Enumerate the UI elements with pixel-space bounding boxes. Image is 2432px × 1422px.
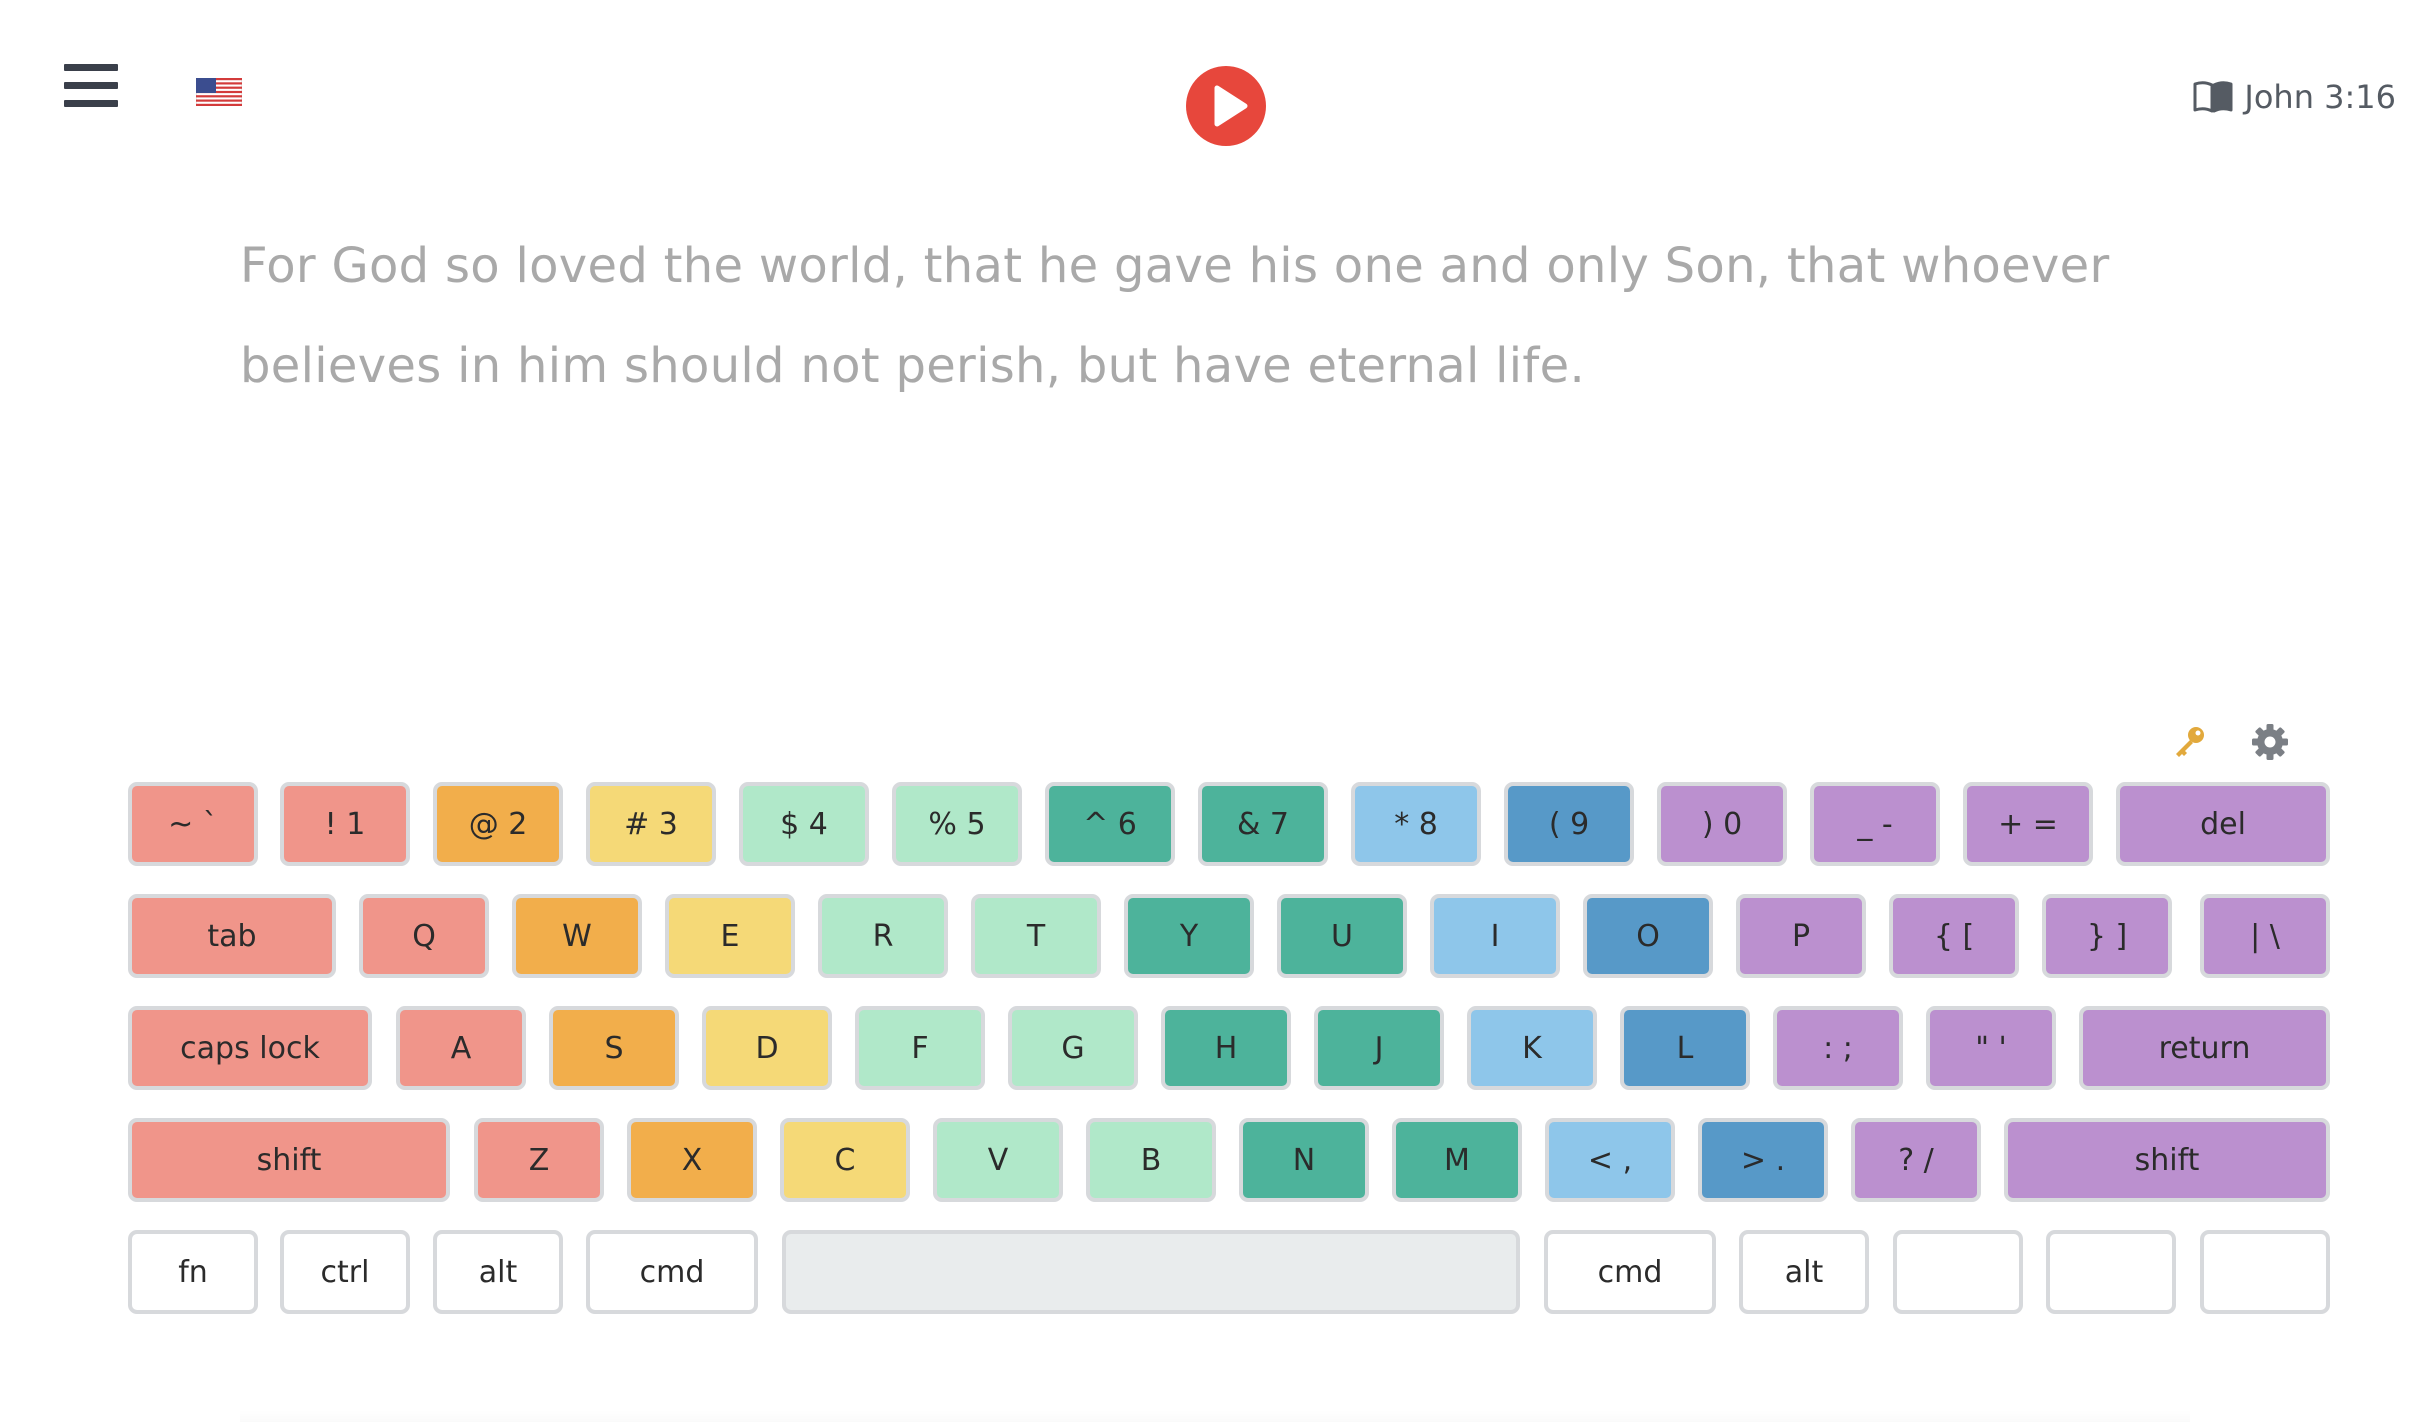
keyboard-row-3: caps lock A S D F G H J K L : ; " ' retu… xyxy=(128,1006,2330,1118)
key-f[interactable]: F xyxy=(855,1006,985,1090)
key-1[interactable]: ! 1 xyxy=(280,782,410,866)
key-m[interactable]: M xyxy=(1392,1118,1522,1202)
key-v[interactable]: V xyxy=(933,1118,1063,1202)
menu-icon[interactable] xyxy=(64,64,118,108)
key-y[interactable]: Y xyxy=(1124,894,1254,978)
key-b[interactable]: B xyxy=(1086,1118,1216,1202)
key-comma[interactable]: < , xyxy=(1545,1118,1675,1202)
keyboard-row-5: fn ctrl alt cmd cmd alt xyxy=(128,1230,2330,1342)
us-flag-icon[interactable] xyxy=(195,77,243,107)
key-2[interactable]: @ 2 xyxy=(433,782,563,866)
keyboard-row-2: tab Q W E R T Y U I O P { [ } ] | \ xyxy=(128,894,2330,1006)
key-blank-1[interactable] xyxy=(1893,1230,2023,1314)
key-quote[interactable]: " ' xyxy=(1926,1006,2056,1090)
key-slash[interactable]: ? / xyxy=(1851,1118,1981,1202)
key-t[interactable]: T xyxy=(971,894,1101,978)
key-icon[interactable] xyxy=(2170,722,2210,762)
key-backslash[interactable]: | \ xyxy=(2200,894,2330,978)
verse-text: For God so loved the world, that he gave… xyxy=(240,238,2110,394)
key-minus[interactable]: _ - xyxy=(1810,782,1940,866)
key-l[interactable]: L xyxy=(1620,1006,1750,1090)
key-close-bracket[interactable]: } ] xyxy=(2042,894,2172,978)
key-i[interactable]: I xyxy=(1430,894,1560,978)
key-left-cmd[interactable]: cmd xyxy=(586,1230,758,1314)
key-caps-lock[interactable]: caps lock xyxy=(128,1006,372,1090)
bottom-divider xyxy=(240,1410,2190,1422)
key-period[interactable]: > . xyxy=(1698,1118,1828,1202)
play-button[interactable] xyxy=(1186,66,1266,146)
key-r[interactable]: R xyxy=(818,894,948,978)
key-equals[interactable]: + = xyxy=(1963,782,2093,866)
key-right-shift[interactable]: shift xyxy=(2004,1118,2330,1202)
key-left-shift[interactable]: shift xyxy=(128,1118,450,1202)
key-j[interactable]: J xyxy=(1314,1006,1444,1090)
key-4[interactable]: $ 4 xyxy=(739,782,869,866)
key-space[interactable] xyxy=(782,1230,1520,1314)
key-7[interactable]: & 7 xyxy=(1198,782,1328,866)
gear-icon[interactable] xyxy=(2250,722,2290,762)
key-n[interactable]: N xyxy=(1239,1118,1369,1202)
typing-app: John 3:16 For God so loved the world, th… xyxy=(0,0,2432,1422)
keyboard: ~ ` ! 1 @ 2 # 3 $ 4 % 5 ^ 6 & 7 * 8 ( 9 … xyxy=(128,782,2330,1342)
key-blank-3[interactable] xyxy=(2200,1230,2330,1314)
key-c[interactable]: C xyxy=(780,1118,910,1202)
key-open-bracket[interactable]: { [ xyxy=(1889,894,2019,978)
book-icon xyxy=(2193,81,2233,113)
key-w[interactable]: W xyxy=(512,894,642,978)
keyboard-row-1: ~ ` ! 1 @ 2 # 3 $ 4 % 5 ^ 6 & 7 * 8 ( 9 … xyxy=(128,782,2330,894)
verse-reference[interactable]: John 3:16 xyxy=(2192,78,2396,116)
key-k[interactable]: K xyxy=(1467,1006,1597,1090)
key-e[interactable]: E xyxy=(665,894,795,978)
key-ctrl[interactable]: ctrl xyxy=(280,1230,410,1314)
key-a[interactable]: A xyxy=(396,1006,526,1090)
keyboard-row-4: shift Z X C V B N M < , > . ? / shift xyxy=(128,1118,2330,1230)
key-right-cmd[interactable]: cmd xyxy=(1544,1230,1716,1314)
key-delete[interactable]: del xyxy=(2116,782,2330,866)
key-semicolon[interactable]: : ; xyxy=(1773,1006,1903,1090)
key-d[interactable]: D xyxy=(702,1006,832,1090)
key-0[interactable]: ) 0 xyxy=(1657,782,1787,866)
key-6[interactable]: ^ 6 xyxy=(1045,782,1175,866)
key-s[interactable]: S xyxy=(549,1006,679,1090)
key-right-alt[interactable]: alt xyxy=(1739,1230,1869,1314)
key-9[interactable]: ( 9 xyxy=(1504,782,1634,866)
key-3[interactable]: # 3 xyxy=(586,782,716,866)
key-h[interactable]: H xyxy=(1161,1006,1291,1090)
key-x[interactable]: X xyxy=(627,1118,757,1202)
key-z[interactable]: Z xyxy=(474,1118,604,1202)
key-fn[interactable]: fn xyxy=(128,1230,258,1314)
key-o[interactable]: O xyxy=(1583,894,1713,978)
key-5[interactable]: % 5 xyxy=(892,782,1022,866)
key-return[interactable]: return xyxy=(2079,1006,2330,1090)
key-q[interactable]: Q xyxy=(359,894,489,978)
key-p[interactable]: P xyxy=(1736,894,1866,978)
reference-label: John 3:16 xyxy=(2244,78,2396,116)
key-left-alt[interactable]: alt xyxy=(433,1230,563,1314)
key-g[interactable]: G xyxy=(1008,1006,1138,1090)
key-tab[interactable]: tab xyxy=(128,894,336,978)
key-blank-2[interactable] xyxy=(2046,1230,2176,1314)
play-icon xyxy=(1214,85,1248,127)
key-tilde[interactable]: ~ ` xyxy=(128,782,258,866)
key-u[interactable]: U xyxy=(1277,894,1407,978)
key-8[interactable]: * 8 xyxy=(1351,782,1481,866)
